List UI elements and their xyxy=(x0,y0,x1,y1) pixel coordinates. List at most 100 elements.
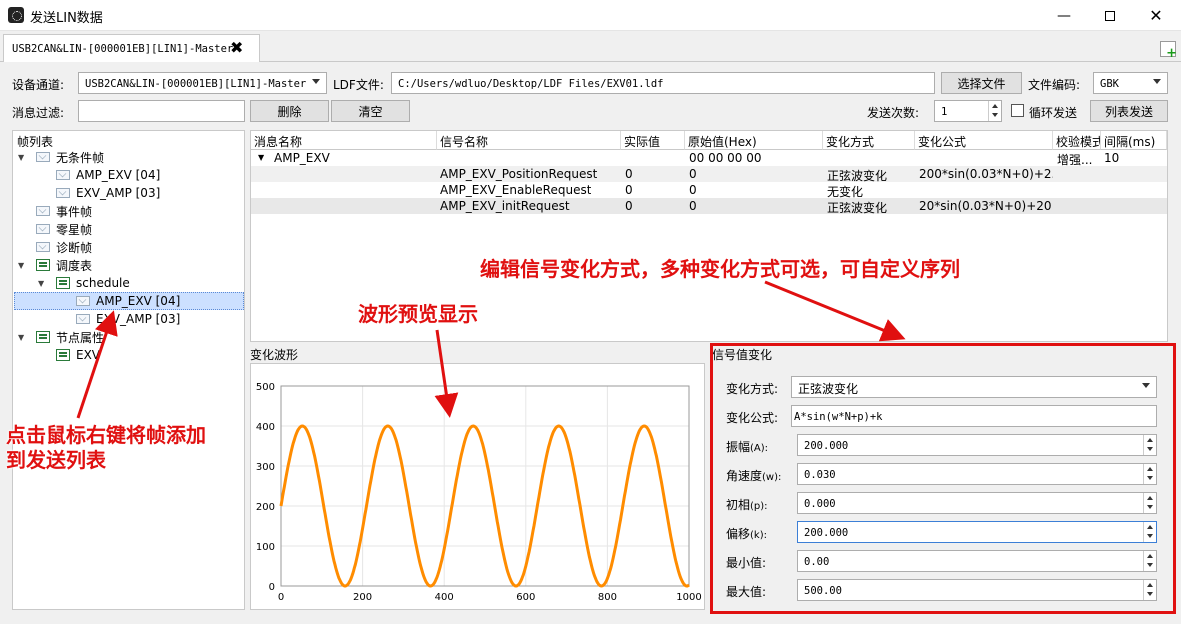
col-header-signal[interactable]: 信号名称 xyxy=(437,131,621,150)
collapse-icon[interactable]: ▼ xyxy=(258,153,264,162)
encoding-label: 文件编码: xyxy=(1028,78,1081,92)
envelope-icon xyxy=(76,296,90,306)
channel-select[interactable]: USB2CAN&LIN-[000001EB][LIN1]-Master xyxy=(78,72,327,94)
expand-icon[interactable]: ▼ xyxy=(38,279,48,288)
col-header-interval[interactable]: 间隔(ms) xyxy=(1101,131,1167,150)
tree-node-node-attr[interactable]: ▼ 节点属性 xyxy=(18,328,104,346)
tree-node-sched-amp-exv[interactable]: AMP_EXV [04] xyxy=(76,292,180,310)
envelope-icon xyxy=(76,314,90,324)
tree-label: EXV_AMP [03] xyxy=(76,186,161,200)
signal-actual: 0 xyxy=(625,183,633,197)
expand-icon[interactable]: ▼ xyxy=(18,153,28,162)
table-row-message[interactable]: ▼ AMP_EXV 00 00 00 00 增强... 10 xyxy=(251,150,1167,167)
list-send-button[interactable]: 列表发送 xyxy=(1090,100,1168,122)
send-count-spinner[interactable]: 1 xyxy=(934,100,1002,122)
title-bar: 发送LIN数据 — ✕ xyxy=(0,0,1181,31)
send-count-label: 发送次数: xyxy=(867,106,920,120)
signal-name: AMP_EXV_initRequest xyxy=(440,199,570,213)
x-tick-label: 800 xyxy=(598,592,617,603)
envelope-icon xyxy=(36,206,50,216)
filter-input[interactable] xyxy=(78,100,245,122)
table-row[interactable]: AMP_EXV_PositionRequest 0 0 正弦波变化 200*si… xyxy=(251,166,1167,183)
tab-strip: USB2CAN&LIN-[000001EB][LIN1]-Master ✖ xyxy=(0,31,1181,62)
signal-name: AMP_EXV_EnableRequest xyxy=(440,183,592,197)
table-row[interactable]: AMP_EXV_EnableRequest 0 0 无变化 xyxy=(251,182,1167,199)
y-tick-label: 300 xyxy=(256,462,275,473)
message-interval: 10 xyxy=(1104,151,1120,165)
encoding-select[interactable]: GBK xyxy=(1093,72,1168,94)
tree-node-diagnostic[interactable]: 诊断帧 xyxy=(36,238,92,256)
expand-icon[interactable]: ▼ xyxy=(18,333,28,342)
tree-label: AMP_EXV [04] xyxy=(96,294,181,308)
envelope-icon xyxy=(56,188,70,198)
chevron-down-icon xyxy=(312,79,320,84)
tree-node-exv[interactable]: EXV xyxy=(56,346,100,364)
spin-up-icon[interactable] xyxy=(988,101,1001,111)
tree-node-sporadic[interactable]: 零星帧 xyxy=(36,220,92,238)
tree-node-unconditional[interactable]: ▼ 无条件帧 xyxy=(18,148,104,166)
message-name: AMP_EXV xyxy=(274,151,330,165)
chevron-down-icon xyxy=(1153,79,1161,84)
tab-label: USB2CAN&LIN-[000001EB][LIN1]-Master xyxy=(12,43,234,55)
ldf-path-field[interactable]: C:/Users/wdluo/Desktop/LDF Files/EXV01.l… xyxy=(391,72,935,94)
schedule-icon xyxy=(36,259,50,271)
tree-label: 事件帧 xyxy=(56,204,93,219)
col-header-actual[interactable]: 实际值 xyxy=(621,131,685,150)
table-row[interactable]: AMP_EXV_initRequest 0 0 正弦波变化 20*sin(0.0… xyxy=(251,198,1167,215)
annotation-edit-mode: 编辑信号变化方式，多种变化方式可选，可自定义序列 xyxy=(480,257,960,281)
tree-label: 调度表 xyxy=(56,258,93,273)
signal-formula: 20*sin(0.03*N+0)+20 xyxy=(919,199,1052,213)
tree-label: 节点属性 xyxy=(56,330,105,345)
schedule-icon xyxy=(36,331,50,343)
col-header-formula[interactable]: 变化公式 xyxy=(915,131,1053,150)
plot-frame xyxy=(280,385,690,587)
signal-actual: 0 xyxy=(625,199,633,213)
tree-label: 诊断帧 xyxy=(56,240,93,255)
tree-node-amp-exv[interactable]: AMP_EXV [04] xyxy=(56,166,160,184)
envelope-icon xyxy=(36,242,50,252)
delete-button[interactable]: 删除 xyxy=(250,100,329,122)
frame-list-header: 帧列表 xyxy=(12,130,245,149)
app-icon xyxy=(8,7,24,23)
loop-send-checkbox[interactable] xyxy=(1011,104,1024,117)
schedule-icon xyxy=(56,277,70,289)
col-header-message[interactable]: 消息名称 xyxy=(251,131,437,150)
tree-node-schedule[interactable]: ▼ schedule xyxy=(38,274,130,292)
col-header-check[interactable]: 校验模式 xyxy=(1053,131,1101,150)
channel-value: USB2CAN&LIN-[000001EB][LIN1]-Master xyxy=(85,78,307,90)
tab-close-icon[interactable]: ✖ xyxy=(230,38,243,57)
send-count-value: 1 xyxy=(941,106,948,118)
tree-node-exv-amp[interactable]: EXV_AMP [03] xyxy=(56,184,160,202)
signal-raw: 0 xyxy=(689,167,697,181)
chart-title: 变化波形 xyxy=(250,348,299,362)
choose-file-button[interactable]: 选择文件 xyxy=(941,72,1022,94)
col-header-raw[interactable]: 原始值(Hex) xyxy=(685,131,823,150)
signal-panel-highlight-box xyxy=(710,343,1176,614)
signal-raw: 0 xyxy=(689,199,697,213)
signal-raw: 0 xyxy=(689,183,697,197)
expand-icon[interactable]: ▼ xyxy=(18,261,28,270)
tab-device[interactable]: USB2CAN&LIN-[000001EB][LIN1]-Master ✖ xyxy=(3,34,260,62)
clear-button[interactable]: 清空 xyxy=(331,100,410,122)
x-tick-label: 0 xyxy=(278,592,284,603)
maximize-button[interactable] xyxy=(1087,0,1133,31)
tree-node-schedule-table[interactable]: ▼ 调度表 xyxy=(18,256,92,274)
spin-down-icon[interactable] xyxy=(988,111,1001,121)
col-header-mode[interactable]: 变化方式 xyxy=(823,131,915,150)
tree-node-sched-exv-amp[interactable]: EXV_AMP [03] xyxy=(76,310,180,328)
signal-name: AMP_EXV_PositionRequest xyxy=(440,167,598,181)
tree-node-event[interactable]: 事件帧 xyxy=(36,202,92,220)
minimize-button[interactable]: — xyxy=(1041,0,1087,31)
window-title: 发送LIN数据 xyxy=(30,11,103,26)
add-tab-icon[interactable] xyxy=(1160,41,1177,61)
x-tick-label: 1000 xyxy=(676,592,701,603)
y-tick-label: 500 xyxy=(256,382,275,393)
signal-formula: 200*sin(0.03*N+0)+2... xyxy=(919,167,1053,181)
x-tick-label: 400 xyxy=(435,592,454,603)
envelope-icon xyxy=(36,224,50,234)
close-button[interactable]: ✕ xyxy=(1133,0,1179,31)
signal-mode: 正弦波变化 xyxy=(827,201,888,215)
tree-label: 无条件帧 xyxy=(56,150,105,165)
ldf-path-value: C:/Users/wdluo/Desktop/LDF Files/EXV01.l… xyxy=(398,78,664,90)
annotation-right-click-2: 到发送列表 xyxy=(6,448,106,472)
